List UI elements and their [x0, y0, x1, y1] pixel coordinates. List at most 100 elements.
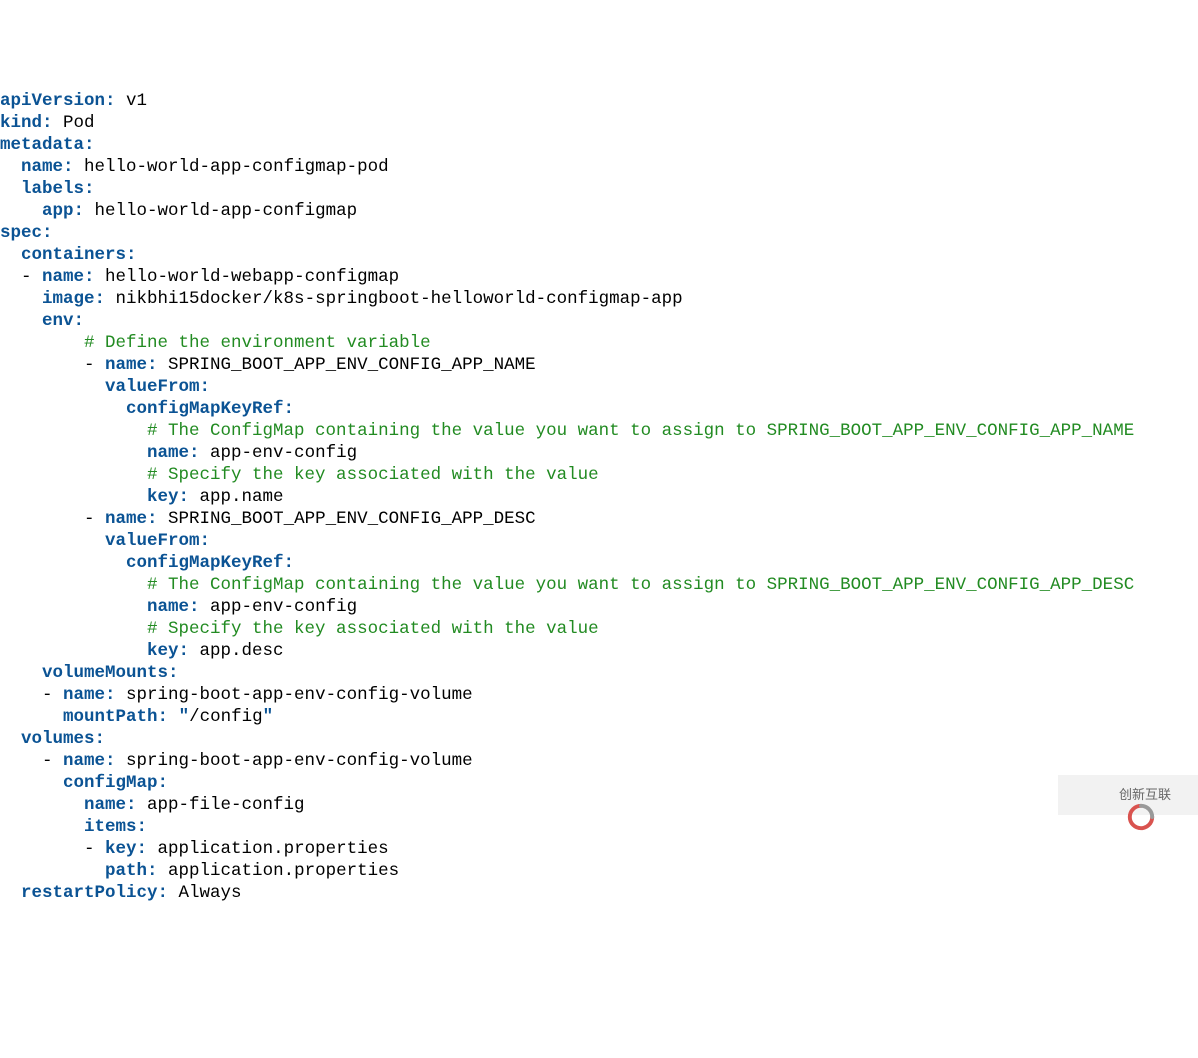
code-line: image: nikbhi15docker/k8s-springboot-hel…: [0, 288, 1198, 310]
watermark-logo-icon: [1085, 781, 1113, 809]
code-line: # The ConfigMap containing the value you…: [0, 420, 1198, 442]
code-token: [168, 707, 179, 727]
code-line: # Define the environment variable: [0, 332, 1198, 354]
code-token: -: [0, 839, 105, 859]
code-line: env:: [0, 310, 1198, 332]
code-token: [0, 487, 147, 507]
code-token: [0, 553, 126, 573]
code-token: app.name: [189, 487, 284, 507]
code-line: volumes:: [0, 728, 1198, 750]
code-token: [0, 773, 63, 793]
code-line: - name: SPRING_BOOT_APP_ENV_CONFIG_APP_D…: [0, 508, 1198, 530]
code-token: [0, 443, 147, 463]
code-token: [0, 817, 84, 837]
code-token: key:: [105, 839, 147, 859]
code-token: name:: [84, 795, 137, 815]
code-token: [0, 311, 42, 331]
code-token: -: [0, 685, 63, 705]
code-line: name: app-env-config: [0, 596, 1198, 618]
code-line: key: app.desc: [0, 640, 1198, 662]
code-token: items:: [84, 817, 147, 837]
code-token: application.properties: [158, 861, 400, 881]
code-token: app.desc: [189, 641, 284, 661]
code-token: valueFrom:: [105, 377, 210, 397]
code-token: volumes:: [21, 729, 105, 749]
code-token: name:: [105, 509, 158, 529]
code-line: - name: hello-world-webapp-configmap: [0, 266, 1198, 288]
code-token: [0, 619, 147, 639]
code-token: restartPolicy:: [21, 883, 168, 903]
code-token: [0, 707, 63, 727]
code-token: spring-boot-app-env-config-volume: [116, 751, 473, 771]
code-token: # Specify the key associated with the va…: [147, 619, 599, 639]
code-token: volumeMounts:: [42, 663, 179, 683]
code-line: volumeMounts:: [0, 662, 1198, 684]
code-token: spec:: [0, 223, 53, 243]
code-token: nikbhi15docker/k8s-springboot-helloworld…: [105, 289, 683, 309]
code-token: [0, 421, 147, 441]
code-line: configMap:: [0, 772, 1198, 794]
code-line: # The ConfigMap containing the value you…: [0, 574, 1198, 596]
code-line: mountPath: "/config": [0, 706, 1198, 728]
code-token: name:: [105, 355, 158, 375]
code-token: key:: [147, 641, 189, 661]
code-token: [0, 795, 84, 815]
code-token: [0, 663, 42, 683]
code-token: name:: [21, 157, 74, 177]
code-token: # The ConfigMap containing the value you…: [147, 575, 1134, 595]
code-token: /config: [189, 707, 263, 727]
watermark: 创新互联: [1058, 775, 1198, 815]
code-token: [0, 289, 42, 309]
code-token: [0, 883, 21, 903]
code-token: app-file-config: [137, 795, 305, 815]
code-line: restartPolicy: Always: [0, 882, 1198, 904]
code-line: path: application.properties: [0, 860, 1198, 882]
code-token: valueFrom:: [105, 531, 210, 551]
code-line: valueFrom:: [0, 376, 1198, 398]
code-token: app-env-config: [200, 597, 358, 617]
code-line: valueFrom:: [0, 530, 1198, 552]
code-token: application.properties: [147, 839, 389, 859]
code-token: name:: [63, 751, 116, 771]
code-token: spring-boot-app-env-config-volume: [116, 685, 473, 705]
code-token: [0, 531, 105, 551]
code-token: app-env-config: [200, 443, 358, 463]
code-token: -: [0, 751, 63, 771]
code-token: hello-world-webapp-configmap: [95, 267, 400, 287]
code-token: env:: [42, 311, 84, 331]
code-token: [0, 399, 126, 419]
code-token: configMapKeyRef:: [126, 553, 294, 573]
code-token: [0, 201, 42, 221]
code-line: - name: spring-boot-app-env-config-volum…: [0, 750, 1198, 772]
code-token: v1: [116, 91, 148, 111]
code-line: apiVersion: v1: [0, 90, 1198, 112]
code-token: Always: [168, 883, 242, 903]
code-token: image:: [42, 289, 105, 309]
code-line: # Specify the key associated with the va…: [0, 464, 1198, 486]
code-line: name: hello-world-app-configmap-pod: [0, 156, 1198, 178]
code-token: ": [263, 707, 274, 727]
code-token: -: [0, 355, 105, 375]
code-token: [0, 179, 21, 199]
code-token: [0, 597, 147, 617]
code-line: kind: Pod: [0, 112, 1198, 134]
code-token: path:: [105, 861, 158, 881]
code-line: name: app-env-config: [0, 442, 1198, 464]
code-line: - key: application.properties: [0, 838, 1198, 860]
code-token: key:: [147, 487, 189, 507]
code-line: metadata:: [0, 134, 1198, 156]
code-token: [0, 641, 147, 661]
code-token: apiVersion:: [0, 91, 116, 111]
code-token: ": [179, 707, 190, 727]
code-token: mountPath:: [63, 707, 168, 727]
code-token: hello-world-app-configmap-pod: [74, 157, 389, 177]
code-line: - name: spring-boot-app-env-config-volum…: [0, 684, 1198, 706]
code-token: # Specify the key associated with the va…: [147, 465, 599, 485]
code-token: name:: [63, 685, 116, 705]
code-line: - name: SPRING_BOOT_APP_ENV_CONFIG_APP_N…: [0, 354, 1198, 376]
code-token: [0, 377, 105, 397]
yaml-code-block: apiVersion: v1kind: Podmetadata: name: h…: [0, 88, 1198, 904]
code-token: containers:: [21, 245, 137, 265]
watermark-text: 创新互联: [1119, 788, 1171, 802]
code-line: name: app-file-config: [0, 794, 1198, 816]
